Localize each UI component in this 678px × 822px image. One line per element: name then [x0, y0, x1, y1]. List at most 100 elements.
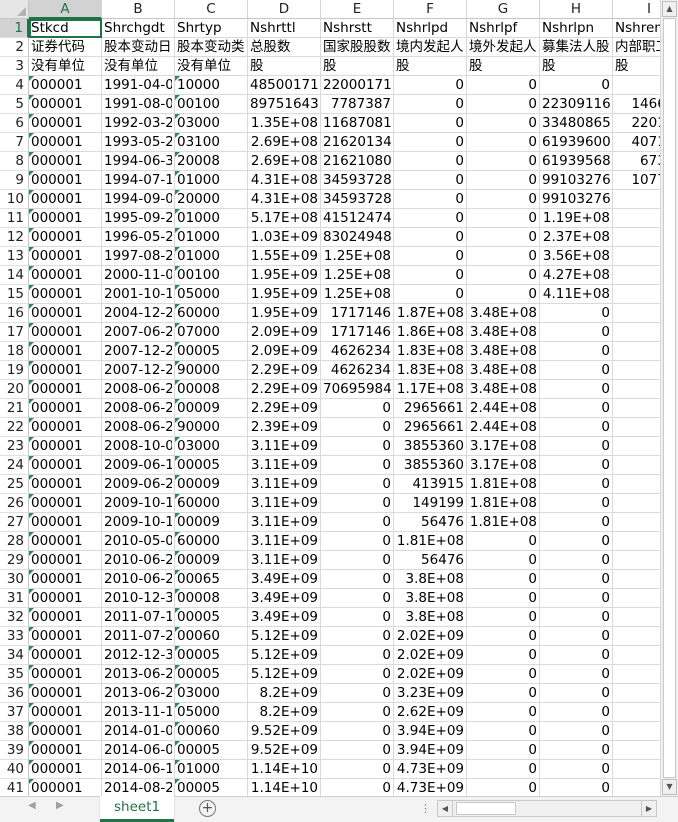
cell-f34[interactable]: 2.02E+09 — [394, 646, 467, 665]
cell-b30[interactable]: 2010-06-2 — [102, 570, 175, 589]
cell-i5[interactable]: 146662 — [613, 95, 660, 114]
cell-a2[interactable]: 证券代码 — [29, 38, 102, 57]
cell-b3[interactable]: 没有单位 — [102, 57, 175, 76]
row-header[interactable]: 31 — [0, 589, 29, 608]
cell-grid[interactable]: Stkcd Shrchgdt Shrtyp Nshrttl Nshrstt Nshrlpd… — [29, 19, 660, 796]
cell-b40[interactable]: 2014-06-1 — [102, 760, 175, 779]
cell-g36[interactable]: 0 — [467, 684, 540, 703]
cell-a36[interactable]: 000001 — [29, 684, 102, 703]
cell-g5[interactable]: 0 — [467, 95, 540, 114]
cell-e19[interactable]: 4626234 — [321, 361, 394, 380]
cell-i19[interactable] — [613, 361, 660, 380]
cell-i14[interactable] — [613, 266, 660, 285]
cell-i36[interactable] — [613, 684, 660, 703]
cell-b11[interactable]: 1995-09-2 — [102, 209, 175, 228]
cell-d39[interactable]: 9.52E+09 — [248, 741, 321, 760]
cell-h8[interactable]: 61939568 — [540, 152, 613, 171]
cell-c2[interactable]: 股本变动类 — [175, 38, 248, 57]
cell-c35[interactable]: 00005 — [175, 665, 248, 684]
cell-c31[interactable]: 00008 — [175, 589, 248, 608]
cell-i11[interactable] — [613, 209, 660, 228]
cell-d18[interactable]: 2.09E+09 — [248, 342, 321, 361]
cell-f35[interactable]: 2.02E+09 — [394, 665, 467, 684]
row-header[interactable]: 29 — [0, 551, 29, 570]
cell-d23[interactable]: 3.11E+09 — [248, 437, 321, 456]
row-header[interactable]: 25 — [0, 475, 29, 494]
cell-h7[interactable]: 61939600 — [540, 133, 613, 152]
cell-f23[interactable]: 3855360 — [394, 437, 467, 456]
cell-a6[interactable]: 000001 — [29, 114, 102, 133]
cell-g25[interactable]: 1.81E+08 — [467, 475, 540, 494]
cell-a15[interactable]: 000001 — [29, 285, 102, 304]
cell-h28[interactable]: 0 — [540, 532, 613, 551]
cell-d41[interactable]: 1.14E+10 — [248, 779, 321, 796]
cell-h39[interactable]: 0 — [540, 741, 613, 760]
cell-a20[interactable]: 000001 — [29, 380, 102, 399]
cell-a37[interactable]: 000001 — [29, 703, 102, 722]
cell-c11[interactable]: 01000 — [175, 209, 248, 228]
cell-d14[interactable]: 1.95E+09 — [248, 266, 321, 285]
row-header[interactable]: 1 — [0, 19, 29, 38]
row-header[interactable]: 24 — [0, 456, 29, 475]
cell-h34[interactable]: 0 — [540, 646, 613, 665]
row-header[interactable]: 20 — [0, 380, 29, 399]
cell-i29[interactable] — [613, 551, 660, 570]
cell-e37[interactable]: 0 — [321, 703, 394, 722]
cell-c24[interactable]: 00005 — [175, 456, 248, 475]
cell-f15[interactable]: 0 — [394, 285, 467, 304]
cell-e24[interactable]: 0 — [321, 456, 394, 475]
cell-d22[interactable]: 2.39E+09 — [248, 418, 321, 437]
cell-b31[interactable]: 2010-12-3 — [102, 589, 175, 608]
cell-i26[interactable] — [613, 494, 660, 513]
cell-e30[interactable]: 0 — [321, 570, 394, 589]
cell-a14[interactable]: 000001 — [29, 266, 102, 285]
cell-c8[interactable]: 20008 — [175, 152, 248, 171]
cell-d8[interactable]: 2.69E+08 — [248, 152, 321, 171]
cell-e4[interactable]: 22000171 — [321, 76, 394, 95]
cell-i13[interactable] — [613, 247, 660, 266]
cell-d40[interactable]: 1.14E+10 — [248, 760, 321, 779]
cell-h15[interactable]: 4.11E+08 — [540, 285, 613, 304]
cell-d21[interactable]: 2.29E+09 — [248, 399, 321, 418]
cell-f9[interactable]: 0 — [394, 171, 467, 190]
cell-a41[interactable]: 000001 — [29, 779, 102, 796]
cell-b1[interactable]: Shrchgdt — [102, 19, 175, 38]
cell-d37[interactable]: 8.2E+09 — [248, 703, 321, 722]
cell-e3[interactable]: 股 — [321, 57, 394, 76]
cell-h38[interactable]: 0 — [540, 722, 613, 741]
column-header-i[interactable]: I — [613, 0, 660, 19]
cell-f28[interactable]: 1.81E+08 — [394, 532, 467, 551]
triangle-left-icon[interactable]: ◀ — [28, 800, 36, 811]
cell-c22[interactable]: 90000 — [175, 418, 248, 437]
cell-f22[interactable]: 2965661 — [394, 418, 467, 437]
cell-h31[interactable]: 0 — [540, 589, 613, 608]
cell-b24[interactable]: 2009-06-1 — [102, 456, 175, 475]
cell-d6[interactable]: 1.35E+08 — [248, 114, 321, 133]
cell-g28[interactable]: 0 — [467, 532, 540, 551]
cell-e38[interactable]: 0 — [321, 722, 394, 741]
cell-h41[interactable]: 0 — [540, 779, 613, 796]
triangle-right-icon[interactable]: ▶ — [56, 800, 64, 811]
cell-f39[interactable]: 3.94E+09 — [394, 741, 467, 760]
cell-e17[interactable]: 1717146 — [321, 323, 394, 342]
row-header[interactable]: 6 — [0, 114, 29, 133]
cell-a26[interactable]: 000001 — [29, 494, 102, 513]
cell-f19[interactable]: 1.83E+08 — [394, 361, 467, 380]
cell-a3[interactable]: 没有单位 — [29, 57, 102, 76]
cell-i22[interactable] — [613, 418, 660, 437]
cell-a1[interactable]: Stkcd — [29, 19, 102, 38]
cell-f20[interactable]: 1.17E+08 — [394, 380, 467, 399]
cell-d25[interactable]: 3.11E+09 — [248, 475, 321, 494]
cell-g27[interactable]: 1.81E+08 — [467, 513, 540, 532]
cell-g40[interactable]: 0 — [467, 760, 540, 779]
cell-e12[interactable]: 83024948 — [321, 228, 394, 247]
cell-b37[interactable]: 2013-11-1 — [102, 703, 175, 722]
cell-h16[interactable]: 0 — [540, 304, 613, 323]
cell-h27[interactable]: 0 — [540, 513, 613, 532]
cell-e32[interactable]: 0 — [321, 608, 394, 627]
cell-g39[interactable]: 0 — [467, 741, 540, 760]
cell-d2[interactable]: 总股数 — [248, 38, 321, 57]
cell-d11[interactable]: 5.17E+08 — [248, 209, 321, 228]
cell-f3[interactable]: 股 — [394, 57, 467, 76]
cell-h14[interactable]: 4.27E+08 — [540, 266, 613, 285]
